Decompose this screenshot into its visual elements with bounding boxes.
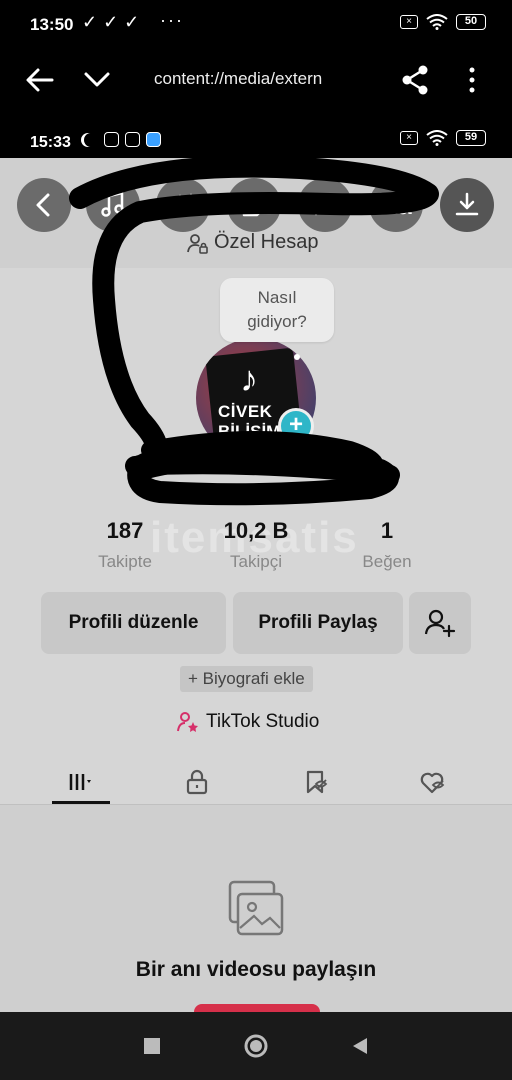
studio-label: TikTok Studio [206, 711, 320, 732]
system-nav-bar [0, 1012, 512, 1080]
back-triangle-icon[interactable] [348, 1034, 372, 1058]
chevron-down-icon[interactable] [82, 66, 112, 94]
sticker-icon [242, 193, 266, 217]
upload-button[interactable] [194, 1004, 320, 1012]
tiktok-studio-link[interactable]: TikTok Studio [176, 710, 319, 734]
editor-back-button[interactable] [17, 178, 71, 232]
app-icon [146, 132, 161, 147]
screenshot-image: 15:33 × 59 Aa Özel Hesap ♪ CİVEK BİLİŞİM… [0, 120, 512, 1012]
stat-label: Takipçi [230, 552, 282, 571]
add-friend-button[interactable] [409, 592, 471, 654]
bookmark-hidden-icon [306, 770, 328, 794]
share-profile-button[interactable]: Profili Paylaş [233, 592, 403, 654]
sparkle-icon [170, 193, 195, 214]
stat-value: 1 [380, 518, 394, 543]
instagram-icon [125, 132, 140, 147]
chevron-left-icon [36, 193, 50, 217]
more-vert-icon[interactable] [462, 64, 482, 96]
add-avatar-plus-icon[interactable]: + [278, 408, 314, 444]
download-icon [455, 192, 479, 216]
stat-label: Beğen [362, 552, 412, 571]
status-time: 13:50 [30, 15, 74, 34]
image-placeholder-icon [228, 880, 284, 936]
tab-liked[interactable] [402, 762, 462, 802]
private-account-label: Özel Hesap [186, 231, 319, 254]
no-sim-icon: × [400, 15, 418, 29]
wifi-icon [426, 14, 448, 30]
tab-saved[interactable] [286, 762, 346, 802]
battery-icon: 59 [456, 130, 486, 146]
inner-status-time: 15:33 [30, 134, 71, 151]
lock-icon [186, 769, 208, 795]
download-button[interactable] [440, 178, 494, 232]
wifi-icon [426, 130, 448, 146]
draw-button[interactable] [298, 178, 352, 232]
stat-label: Takipte [98, 552, 152, 571]
tab-videos[interactable] [52, 762, 112, 802]
music-note-icon [101, 191, 124, 217]
bubble-text-line2: gidiyor? [247, 312, 307, 331]
text-tool-label: Aa [380, 189, 412, 220]
viewer-app-bar: content://media/extern [0, 48, 512, 120]
empty-state-text: Bir anı videosu paylaşın [135, 958, 377, 981]
avatar-text-line1: CİVEK [218, 402, 273, 421]
bubble-text-line1: Nasıl [257, 288, 297, 307]
battery-icon: 50 [456, 14, 486, 30]
private-account-text: Özel Hesap [214, 231, 319, 253]
text-button[interactable]: Aa [369, 178, 423, 232]
tiktok-logo-icon: ♪ [240, 358, 258, 399]
add-user-icon [424, 609, 456, 638]
stat-value: 10,2 B [223, 518, 289, 543]
status-more-icon: ··· [160, 10, 184, 30]
music-button[interactable] [86, 178, 140, 232]
edit-profile-button[interactable]: Profili düzenle [41, 592, 226, 654]
no-sim-icon: × [400, 131, 418, 145]
recents-square-icon[interactable] [140, 1034, 164, 1058]
url-text: content://media/extern [154, 69, 323, 88]
profile-page: Aa Özel Hesap ♪ CİVEK BİLİŞİM + Nasıl gi… [0, 158, 512, 1012]
inner-status-bar: 15:33 × 59 [0, 120, 512, 158]
back-arrow-icon[interactable] [24, 64, 56, 96]
stat-value: 187 [106, 518, 144, 543]
effects-button[interactable] [156, 178, 210, 232]
moon-icon [84, 133, 98, 147]
stat-likes[interactable]: 1 Beğen [327, 518, 447, 572]
instagram-icon [104, 132, 119, 147]
home-circle-icon[interactable] [242, 1032, 270, 1060]
studio-user-star-icon [177, 712, 198, 732]
heart-hidden-icon [420, 772, 445, 794]
tab-private[interactable] [167, 762, 227, 802]
stat-followers[interactable]: 10,2 B Takipçi [196, 518, 316, 572]
stat-following[interactable]: 187 Takipte [65, 518, 185, 572]
avatar-text-line2: BİLİŞİM [218, 422, 281, 441]
private-user-icon [187, 233, 208, 254]
status-bubble[interactable]: Nasıl gidiyor? [220, 278, 334, 342]
share-icon[interactable] [400, 64, 430, 96]
bubble-dot [294, 354, 300, 360]
status-check-icons: ✓✓✓ [82, 12, 146, 32]
sticker-button[interactable] [227, 178, 281, 232]
outer-status-bar: 13:50 ✓✓✓ ··· × 50 [0, 0, 512, 48]
squiggle-icon [314, 193, 334, 216]
grid-filter-icon [69, 774, 91, 790]
add-bio-button[interactable]: + Biyografi ekle [180, 666, 313, 692]
